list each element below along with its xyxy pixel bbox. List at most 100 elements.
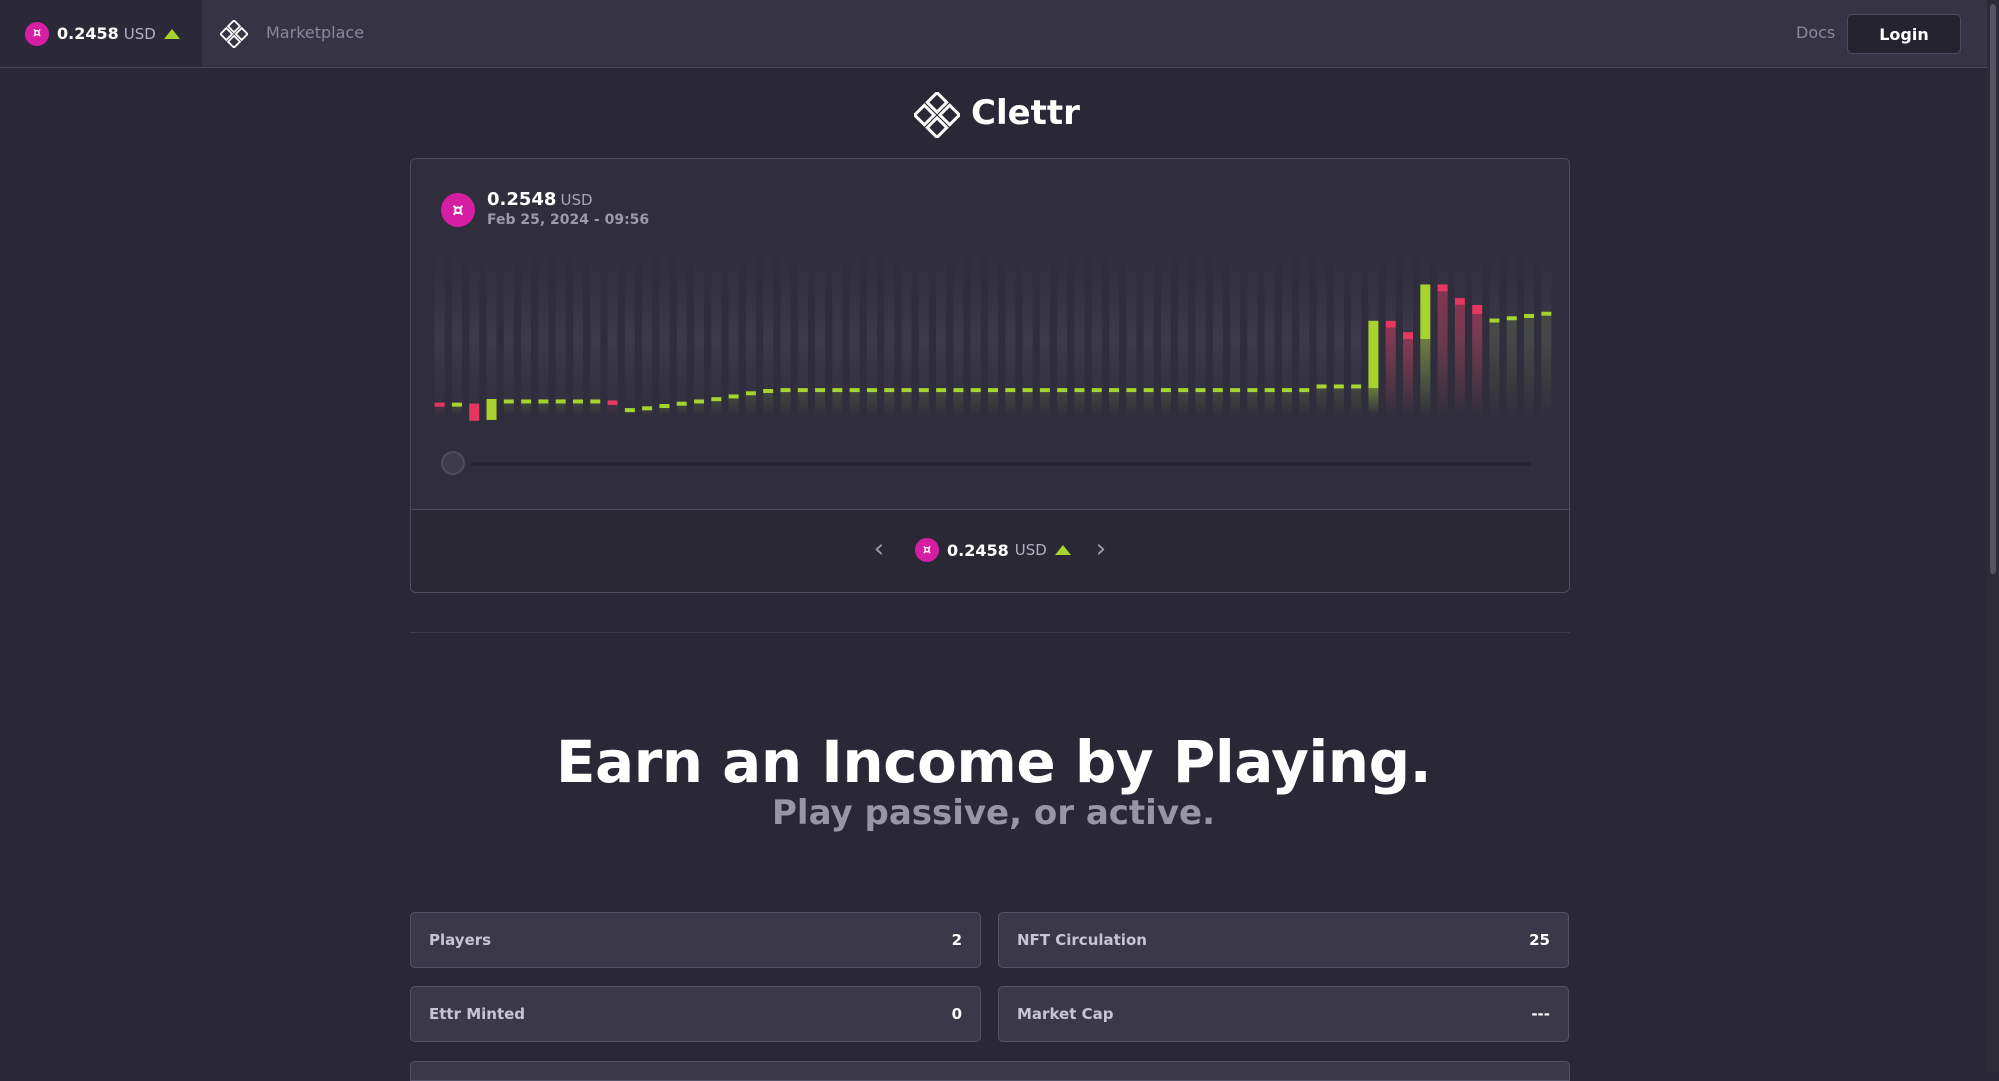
candle-shadow <box>849 392 860 414</box>
candle[interactable] <box>1385 320 1396 328</box>
candle[interactable] <box>590 399 601 404</box>
candle-shadow <box>642 410 653 414</box>
candle[interactable] <box>711 397 722 402</box>
candle[interactable] <box>555 399 566 404</box>
candle[interactable] <box>884 388 895 393</box>
section-divider <box>410 632 1570 633</box>
candle[interactable] <box>936 388 947 393</box>
candle[interactable] <box>815 388 826 393</box>
candle[interactable] <box>434 402 445 407</box>
candle[interactable] <box>728 394 739 399</box>
candle-shadow <box>1368 388 1379 414</box>
candle-shadow <box>1247 392 1258 414</box>
chevron-left-icon[interactable]: ‹ <box>867 536 891 562</box>
candle[interactable] <box>763 389 774 393</box>
candle[interactable] <box>849 388 860 393</box>
candle[interactable] <box>486 399 497 420</box>
candle[interactable] <box>953 388 964 393</box>
candle[interactable] <box>1247 388 1258 393</box>
candle[interactable] <box>1472 304 1483 314</box>
candle[interactable] <box>1264 388 1275 393</box>
candle[interactable] <box>1281 388 1292 393</box>
candle[interactable] <box>659 404 670 408</box>
candle[interactable] <box>1541 311 1552 316</box>
candle[interactable] <box>1454 298 1465 305</box>
candle[interactable] <box>1091 388 1102 393</box>
candle[interactable] <box>832 388 843 393</box>
candle-shadow <box>1195 392 1206 414</box>
candle[interactable] <box>1022 388 1033 393</box>
clettr-coin-icon: ¤ <box>25 21 49 46</box>
candle[interactable] <box>451 402 462 407</box>
chevron-right-icon[interactable]: › <box>1089 536 1113 562</box>
candle[interactable] <box>1524 314 1535 318</box>
candle[interactable] <box>1109 388 1120 393</box>
candle[interactable] <box>1212 388 1223 393</box>
candle[interactable] <box>1489 318 1500 323</box>
candle[interactable] <box>745 391 756 396</box>
candle-shadow <box>1489 322 1500 414</box>
candle[interactable] <box>1057 388 1068 393</box>
candle[interactable] <box>1437 284 1448 292</box>
candle[interactable] <box>901 388 912 393</box>
candle[interactable] <box>1005 388 1016 393</box>
candlestick-chart[interactable] <box>431 239 1555 439</box>
candle[interactable] <box>1316 384 1327 389</box>
token-price-chip[interactable]: ¤ 0.2458 USD <box>0 0 202 67</box>
candle-shadow <box>780 392 791 414</box>
candle-shadow <box>503 403 514 414</box>
stat-value: 25 <box>1529 931 1550 949</box>
candle[interactable] <box>538 399 549 404</box>
candle[interactable] <box>1351 384 1362 389</box>
chart-price-unit: USD <box>560 191 593 209</box>
candle-shadow <box>745 395 756 414</box>
nav-link-marketplace[interactable]: Marketplace <box>266 23 364 42</box>
candle[interactable] <box>918 388 929 393</box>
candle[interactable] <box>1403 332 1414 339</box>
candle[interactable] <box>1178 388 1189 393</box>
candle[interactable] <box>1160 388 1171 393</box>
candle[interactable] <box>1368 320 1379 389</box>
candle[interactable] <box>572 399 583 404</box>
candle-shadow <box>1264 392 1275 414</box>
login-button[interactable]: Login <box>1847 14 1961 54</box>
candle-shadow <box>970 392 981 414</box>
time-slider-handle[interactable] <box>441 451 465 475</box>
candle[interactable] <box>866 388 877 393</box>
candle[interactable] <box>1126 388 1137 393</box>
candle[interactable] <box>1420 284 1431 339</box>
candle[interactable] <box>1230 388 1241 393</box>
candle[interactable] <box>521 399 532 404</box>
stat-ettr-minted: Ettr Minted 0 <box>410 986 981 1042</box>
clettr-diamond-logo-icon[interactable] <box>220 20 248 48</box>
candle[interactable] <box>1299 388 1310 393</box>
candle[interactable] <box>970 388 981 393</box>
candle-shadow <box>866 392 877 414</box>
candle[interactable] <box>607 400 618 405</box>
candle[interactable] <box>1506 316 1517 321</box>
candle[interactable] <box>1143 388 1154 393</box>
candle-shadow <box>1160 392 1171 414</box>
candle[interactable] <box>988 388 998 393</box>
candle[interactable] <box>1039 388 1050 393</box>
time-slider-track[interactable] <box>471 462 1531 466</box>
candle[interactable] <box>1333 384 1344 389</box>
candle-shadow <box>1541 315 1552 414</box>
candle-shadow <box>1299 392 1310 414</box>
page-scrollbar-thumb[interactable] <box>1990 4 1996 574</box>
candle[interactable] <box>797 388 808 393</box>
candle[interactable] <box>624 408 635 413</box>
candle[interactable] <box>503 399 514 404</box>
candle-shadow <box>1057 392 1068 414</box>
nav-link-docs[interactable]: Docs <box>1796 23 1835 42</box>
candle[interactable] <box>1195 388 1206 393</box>
candle[interactable] <box>469 403 480 421</box>
candle[interactable] <box>694 399 705 404</box>
candle[interactable] <box>780 388 791 393</box>
candle-shadow <box>988 392 998 414</box>
candle[interactable] <box>1074 388 1085 393</box>
candle[interactable] <box>642 406 653 411</box>
stat-value: 0 <box>951 1005 962 1023</box>
candle[interactable] <box>676 401 687 406</box>
candle-track <box>469 249 480 429</box>
